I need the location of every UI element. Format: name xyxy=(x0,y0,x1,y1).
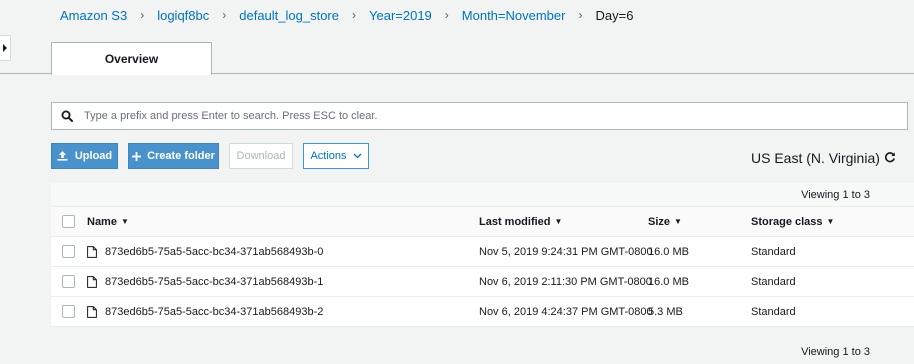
upload-button[interactable]: Upload xyxy=(51,143,118,169)
breadcrumb-item-year[interactable]: Year=2019 xyxy=(369,8,432,23)
region-label: US East (N. Virginia) xyxy=(751,150,880,166)
last-modified-cell: Nov 6, 2019 4:24:37 PM GMT-0800 xyxy=(479,305,653,318)
download-button[interactable]: Download xyxy=(229,143,293,169)
sort-caret-icon: ▼ xyxy=(554,217,563,226)
select-all-checkbox[interactable] xyxy=(62,215,75,228)
file-icon xyxy=(87,305,97,318)
column-header-name-label: Name xyxy=(87,215,117,228)
size-cell: 16.0 MB xyxy=(648,275,689,288)
sort-caret-icon: ▼ xyxy=(120,217,129,226)
viewing-count-top: Viewing 1 to 3 xyxy=(51,183,914,207)
breadcrumb-separator: › xyxy=(444,8,449,22)
create-folder-button[interactable]: Create folder xyxy=(128,143,219,169)
column-header-name[interactable]: Name ▼ xyxy=(87,207,129,236)
actions-dropdown[interactable]: Actions xyxy=(303,143,369,169)
refresh-icon[interactable] xyxy=(884,150,896,168)
storage-class-cell: Standard xyxy=(751,245,796,258)
row-checkbox[interactable] xyxy=(62,305,75,318)
breadcrumb: Amazon S3 › logiqf8bc › default_log_stor… xyxy=(60,0,633,30)
breadcrumb-item-month[interactable]: Month=November xyxy=(462,8,566,23)
object-name[interactable]: 873ed6b5-75a5-5acc-bc34-371ab568493b-2 xyxy=(105,306,323,318)
last-modified-cell: Nov 5, 2019 9:24:31 PM GMT-0800 xyxy=(479,245,653,258)
size-cell: 16.0 MB xyxy=(648,245,689,258)
column-header-last-modified-label: Last modified xyxy=(479,215,551,228)
viewing-count-bottom: Viewing 1 to 3 xyxy=(51,340,914,364)
table-row[interactable]: 873ed6b5-75a5-5acc-bc34-371ab568493b-1 N… xyxy=(51,267,914,297)
object-name[interactable]: 873ed6b5-75a5-5acc-bc34-371ab568493b-0 xyxy=(105,246,323,258)
table-row[interactable]: 873ed6b5-75a5-5acc-bc34-371ab568493b-0 N… xyxy=(51,237,914,267)
sort-caret-icon: ▼ xyxy=(826,217,835,226)
column-header-size[interactable]: Size ▼ xyxy=(648,207,682,236)
breadcrumb-item-amazon-s3[interactable]: Amazon S3 xyxy=(60,8,127,23)
plus-icon xyxy=(132,151,142,161)
side-panel-toggle[interactable] xyxy=(0,35,11,61)
create-folder-button-label: Create folder xyxy=(147,150,215,162)
breadcrumb-separator: › xyxy=(222,8,227,22)
column-header-size-label: Size xyxy=(648,215,671,228)
download-button-label: Download xyxy=(236,150,286,162)
size-cell: 5.3 MB xyxy=(648,305,683,318)
breadcrumb-separator: › xyxy=(140,8,145,22)
breadcrumb-separator: › xyxy=(352,8,356,22)
sort-caret-icon: ▼ xyxy=(674,217,682,226)
file-icon xyxy=(87,275,97,288)
column-header-storage-class[interactable]: Storage class ▼ xyxy=(751,207,834,236)
column-header-last-modified[interactable]: Last modified ▼ xyxy=(479,207,562,236)
breadcrumb-item-bucket[interactable]: logiqf8bc xyxy=(157,8,209,23)
actions-dropdown-label: Actions xyxy=(310,150,347,162)
table-row[interactable]: 873ed6b5-75a5-5acc-bc34-371ab568493b-2 N… xyxy=(51,297,914,327)
object-name[interactable]: 873ed6b5-75a5-5acc-bc34-371ab568493b-1 xyxy=(105,276,323,288)
storage-class-cell: Standard xyxy=(751,305,796,318)
upload-button-label: Upload xyxy=(74,150,113,162)
search-bar xyxy=(51,102,908,130)
breadcrumb-item-log-store[interactable]: default_log_store xyxy=(239,8,339,23)
storage-class-cell: Standard xyxy=(751,275,796,288)
objects-table: Viewing 1 to 3 Name ▼ Last modified ▼ Size… xyxy=(51,183,914,327)
row-checkbox[interactable] xyxy=(62,245,75,258)
row-checkbox[interactable] xyxy=(62,275,75,288)
last-modified-cell: Nov 6, 2019 2:11:30 PM GMT-0800 xyxy=(479,275,652,288)
breadcrumb-separator: › xyxy=(578,8,583,22)
chevron-down-icon xyxy=(353,153,361,159)
file-icon xyxy=(87,245,97,258)
caret-right-icon xyxy=(3,44,7,52)
search-input[interactable] xyxy=(82,109,907,123)
upload-icon xyxy=(57,151,68,161)
table-header: Name ▼ Last modified ▼ Size ▼ Storage class… xyxy=(51,207,914,237)
search-icon xyxy=(52,110,82,122)
tab-overview[interactable]: Overview xyxy=(51,42,212,75)
breadcrumb-item-day: Day=6 xyxy=(595,7,634,23)
column-header-storage-class-label: Storage class xyxy=(751,215,823,228)
